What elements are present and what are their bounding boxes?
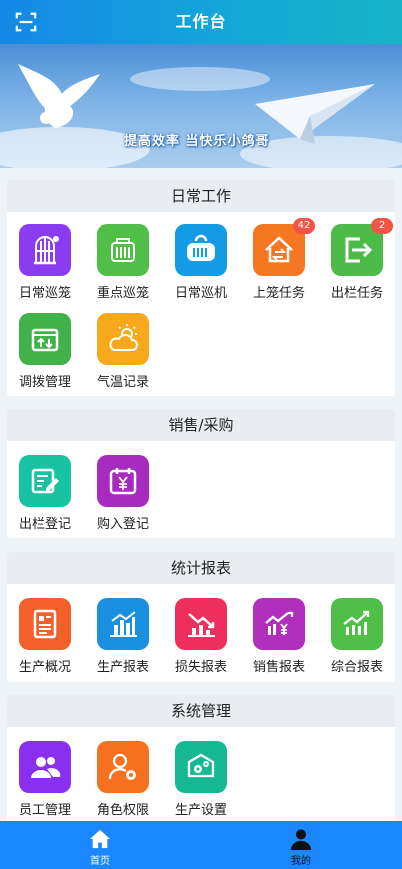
item-label: 生产概况 — [18, 660, 71, 675]
transport-box-icon — [175, 224, 227, 276]
item-role-permissions[interactable]: 角色权限 — [88, 741, 158, 818]
users-icon — [19, 741, 71, 793]
home-icon — [89, 829, 111, 849]
section-system-management: 系统管理 员工管理 角色权限 生产设置 — [7, 695, 395, 821]
item-label: 销售报表 — [252, 660, 305, 675]
item-production-settings[interactable]: 生产设置 — [166, 741, 236, 818]
section-title: 统计报表 — [7, 552, 395, 584]
item-transfer-management[interactable]: 调拨管理 — [10, 313, 80, 390]
item-label: 日常巡笼 — [18, 286, 71, 301]
banner-illustration — [0, 64, 402, 168]
item-staff-management[interactable]: 员工管理 — [10, 741, 80, 818]
item-label: 生产报表 — [96, 660, 149, 675]
down-chart-icon — [175, 598, 227, 650]
item-comprehensive-report[interactable]: 综合报表 — [322, 598, 392, 675]
item-label: 重点巡笼 — [96, 286, 149, 301]
report-doc-icon — [19, 598, 71, 650]
user-gear-icon — [97, 741, 149, 793]
item-loss-report[interactable]: 损失报表 — [166, 598, 236, 675]
item-label: 出栏登记 — [18, 517, 71, 532]
tab-label: 我的 — [291, 856, 311, 867]
cage-icon — [19, 224, 71, 276]
item-production-overview[interactable]: 生产概况 — [10, 598, 80, 675]
item-key-cage-check[interactable]: 重点巡笼 — [88, 224, 158, 301]
item-daily-machine-check[interactable]: 日常巡机 — [166, 224, 236, 301]
task-count-badge: 42 — [293, 218, 315, 234]
house-swap-icon: 42 — [253, 218, 315, 276]
item-production-report[interactable]: 生产报表 — [88, 598, 158, 675]
carrier-icon — [97, 224, 149, 276]
item-label: 综合报表 — [330, 660, 383, 675]
exit-icon: 2 — [331, 218, 393, 276]
item-label: 员工管理 — [18, 803, 71, 818]
item-purchase-registration[interactable]: 购入登记 — [88, 455, 158, 532]
tab-label: 首页 — [90, 856, 110, 867]
dove-image — [18, 64, 100, 128]
item-sales-report[interactable]: 销售报表 — [244, 598, 314, 675]
item-exit-registration[interactable]: 出栏登记 — [10, 455, 80, 532]
banner-image: 提高效率 当快乐小鸽哥 — [0, 44, 402, 168]
tab-mine[interactable]: 我的 — [241, 821, 361, 869]
item-label: 角色权限 — [96, 803, 149, 818]
settings-box-icon — [175, 741, 227, 793]
calendar-yuan-icon — [97, 455, 149, 507]
item-label: 损失报表 — [174, 660, 227, 675]
page-title: 工作台 — [175, 12, 227, 31]
item-label: 上笼任务 — [252, 286, 305, 301]
bottom-tab-bar: 首页 我的 — [0, 821, 402, 869]
item-label: 调拨管理 — [18, 375, 71, 390]
item-cage-up-task[interactable]: 42 上笼任务 — [244, 218, 315, 301]
sales-chart-icon — [253, 598, 305, 650]
transfer-box-icon — [19, 313, 71, 365]
section-title: 销售/采购 — [7, 409, 395, 441]
item-temperature-record[interactable]: 气温记录 — [88, 313, 158, 390]
item-daily-cage-check[interactable]: 日常巡笼 — [10, 224, 80, 301]
edit-note-icon — [19, 455, 71, 507]
person-icon — [290, 829, 312, 850]
item-label: 购入登记 — [96, 517, 149, 532]
section-daily-work: 日常工作 日常巡笼 重点巡笼 日常巡机 42 上笼任务 2 出栏任务 调拨管理 … — [7, 180, 395, 396]
paper-plane-image — [255, 84, 375, 144]
section-title: 日常工作 — [7, 180, 395, 212]
banner-slogan: 提高效率 当快乐小鸽哥 — [124, 134, 270, 149]
section-title: 系统管理 — [7, 695, 395, 727]
task-count-badge: 2 — [371, 218, 393, 234]
item-label: 日常巡机 — [174, 286, 227, 301]
item-label: 气温记录 — [96, 375, 149, 390]
weather-icon — [97, 313, 149, 365]
section-statistics: 统计报表 生产概况 生产报表 损失报表 销售报表 综合报表 — [7, 552, 395, 682]
bar-chart-icon — [97, 598, 149, 650]
top-bar: 工作台 — [0, 0, 402, 44]
item-exit-task[interactable]: 2 出栏任务 — [322, 218, 393, 301]
up-chart-icon — [331, 598, 383, 650]
item-label: 出栏任务 — [330, 286, 383, 301]
section-sales-purchase: 销售/采购 出栏登记 购入登记 — [7, 409, 395, 538]
item-label: 生产设置 — [174, 803, 227, 818]
tab-home[interactable]: 首页 — [40, 821, 160, 869]
